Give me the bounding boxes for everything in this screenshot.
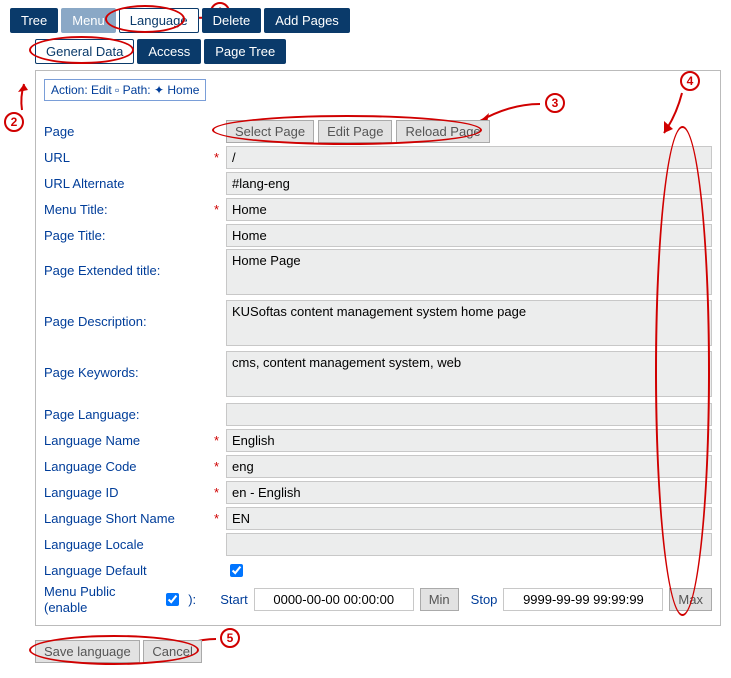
min-button[interactable]: Min: [420, 588, 459, 611]
required-icon: *: [214, 433, 222, 448]
url-field[interactable]: [226, 146, 712, 169]
max-button[interactable]: Max: [669, 588, 712, 611]
cancel-button[interactable]: Cancel: [143, 640, 201, 663]
required-icon: *: [214, 459, 222, 474]
tab-menu[interactable]: Menu: [61, 8, 116, 33]
tab-add-pages[interactable]: Add Pages: [264, 8, 350, 33]
label-menu-public: Menu Public (enable: [44, 584, 156, 615]
page-language-field[interactable]: [226, 403, 712, 426]
subtab-page-tree[interactable]: Page Tree: [204, 39, 286, 64]
sub-tab-row: General Data Access Page Tree: [35, 39, 721, 64]
action-bar: Action: Edit ▫ Path: ✦ Home: [44, 79, 206, 101]
label-language-code: Language Code: [44, 459, 214, 474]
start-date-field[interactable]: [254, 588, 414, 611]
top-tab-row: Tree Menu Language Delete Add Pages: [10, 8, 721, 33]
annotation-number-3: 3: [545, 93, 565, 113]
label-language-id: Language ID: [44, 485, 214, 500]
page-button-row: Select Page Edit Page Reload Page: [226, 120, 490, 143]
tab-language[interactable]: Language: [119, 8, 199, 33]
footer-buttons: Save language Cancel: [35, 640, 721, 663]
label-stop: Stop: [471, 592, 498, 607]
menu-public-checkbox[interactable]: [166, 593, 179, 606]
label-url-alt: URL Alternate: [44, 176, 214, 191]
label-language-locale: Language Locale: [44, 537, 214, 552]
reload-page-button[interactable]: Reload Page: [396, 120, 489, 143]
label-page-keywords: Page Keywords:: [44, 351, 214, 380]
page-title-field[interactable]: [226, 224, 712, 247]
label-url: URL: [44, 150, 214, 165]
required-icon: *: [214, 485, 222, 500]
language-short-name-field[interactable]: [226, 507, 712, 530]
language-locale-field[interactable]: [226, 533, 712, 556]
form: Page Select Page Edit Page Reload Page U…: [44, 119, 712, 615]
label-language-name: Language Name: [44, 433, 214, 448]
language-default-checkbox[interactable]: [230, 564, 243, 577]
tab-tree[interactable]: Tree: [10, 8, 58, 33]
stop-date-field[interactable]: [503, 588, 663, 611]
label-language-short: Language Short Name: [44, 511, 214, 526]
annotation-arrow-2: [12, 82, 32, 112]
menu-title-field[interactable]: [226, 198, 712, 221]
label-start: Start: [220, 592, 247, 607]
label-page-extended: Page Extended title:: [44, 249, 214, 278]
subtab-access[interactable]: Access: [137, 39, 201, 64]
save-language-button[interactable]: Save language: [35, 640, 140, 663]
language-id-field[interactable]: [226, 481, 712, 504]
language-code-field[interactable]: [226, 455, 712, 478]
label-page-language: Page Language:: [44, 407, 214, 422]
select-page-button[interactable]: Select Page: [226, 120, 314, 143]
required-icon: *: [214, 202, 222, 217]
language-name-field[interactable]: [226, 429, 712, 452]
label-language-default: Language Default: [44, 563, 214, 578]
annotation-number-2: 2: [4, 112, 24, 132]
label-page-description: Page Description:: [44, 300, 214, 329]
tab-delete[interactable]: Delete: [202, 8, 262, 33]
page-extended-title-field[interactable]: [226, 249, 712, 295]
required-icon: *: [214, 150, 222, 165]
subtab-general-data[interactable]: General Data: [35, 39, 134, 64]
page-keywords-field[interactable]: [226, 351, 712, 397]
form-panel: Action: Edit ▫ Path: ✦ Home 3 4 Page Sel…: [35, 70, 721, 626]
page-description-field[interactable]: [226, 300, 712, 346]
url-alternate-field[interactable]: [226, 172, 712, 195]
label-close-paren: ):: [188, 592, 196, 607]
label-menu-title: Menu Title:: [44, 202, 214, 217]
annotation-number-4: 4: [680, 71, 700, 91]
edit-page-button[interactable]: Edit Page: [318, 120, 392, 143]
label-page: Page: [44, 124, 214, 139]
label-page-title: Page Title:: [44, 228, 214, 243]
required-icon: *: [214, 511, 222, 526]
